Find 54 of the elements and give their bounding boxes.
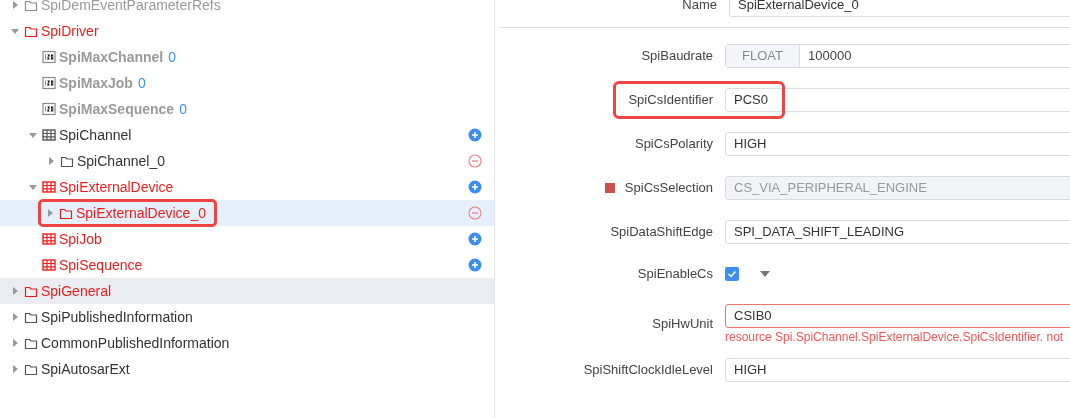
tree-row[interactable]: SpiGeneral <box>0 278 494 304</box>
node-label: SpiChannel <box>59 125 132 145</box>
tree-row[interactable]: SpiPublishedInformation <box>0 304 494 330</box>
tree-row[interactable]: SpiExternalDevice <box>0 174 494 200</box>
input-field[interactable]: HIGH <box>725 357 1070 382</box>
node-label: SpiExternalDevice_0 <box>76 203 206 223</box>
tree-row[interactable]: CommonPublishedInformation <box>0 330 494 356</box>
input-field[interactable]: SPI_DATA_SHIFT_LEADING <box>725 220 1070 244</box>
node-label: SpiGeneral <box>41 281 112 301</box>
tree-row[interactable]: SpiExternalDevice_0 <box>0 200 494 226</box>
name-field[interactable]: SpiExternalDevice_0 <box>729 0 1070 17</box>
add-icon[interactable] <box>468 180 482 194</box>
input-field[interactable]: CSIB0 <box>725 303 1070 328</box>
checkbox[interactable] <box>725 266 739 281</box>
node-label: CommonPublishedInformation <box>41 333 230 353</box>
node-label: SpiJob <box>59 229 102 249</box>
dropdown-caret-icon[interactable] <box>758 269 771 278</box>
parameter-value: 0 <box>168 47 177 67</box>
add-icon[interactable] <box>468 232 482 246</box>
tree-row[interactable]: SpiSequence <box>0 252 494 278</box>
remove-icon[interactable] <box>468 154 482 168</box>
field-label: Name <box>681 0 718 15</box>
input-field[interactable]: PCS0 <box>725 88 1070 112</box>
tree-row[interactable]: SpiJob <box>0 226 494 252</box>
node-label: SpiDriver <box>41 21 99 41</box>
node-label: SpiExternalDevice <box>59 177 174 197</box>
tree-row[interactable]: SpiChannel_0 <box>0 148 494 174</box>
node-label: SpiAutosarExt <box>41 359 130 379</box>
node-label: SpiMaxChannel <box>59 47 164 67</box>
field-label: SpiDataShiftEdge <box>610 223 713 242</box>
input-field[interactable]: HIGH <box>725 132 1070 156</box>
tree-row[interactable]: SpiChannel <box>0 122 494 148</box>
add-icon[interactable] <box>468 128 482 142</box>
remove-icon[interactable] <box>468 206 482 220</box>
number-field[interactable]: FLOAT 100000 <box>725 44 1070 68</box>
field-label: SpiEnableCs <box>637 265 713 283</box>
node-label: SpiChannel_0 <box>77 151 165 171</box>
tree-row[interactable]: SpiAutosarExt <box>0 356 494 382</box>
tree-row[interactable]: SpiDriver <box>0 18 494 44</box>
node-label: SpiDemEventParameterRefs <box>41 0 221 15</box>
parameter-value: 0 <box>179 99 187 119</box>
node-label: SpiSequence <box>59 255 143 275</box>
field-label: SpiHwUnit <box>652 314 713 333</box>
field-label: SpiBaudrate <box>641 47 713 66</box>
field-label: SpiShiftClockIdleLevel <box>583 360 713 379</box>
node-label: SpiMaxSequence <box>59 99 175 119</box>
add-icon[interactable] <box>468 258 482 272</box>
field-label: SpiCsPolarity <box>634 135 713 154</box>
field-label: SpiCsSelection <box>624 179 713 198</box>
node-label: SpiMaxJob <box>59 73 133 93</box>
node-label: SpiPublishedInformation <box>41 307 193 327</box>
parameter-value: 0 <box>137 73 146 93</box>
error-message: resource Spi.SpiChannel.SpiExternalDevice.SpiCsIdentifier. not <box>725 329 1065 344</box>
field-label: SpiCsIdentifier <box>628 91 713 110</box>
